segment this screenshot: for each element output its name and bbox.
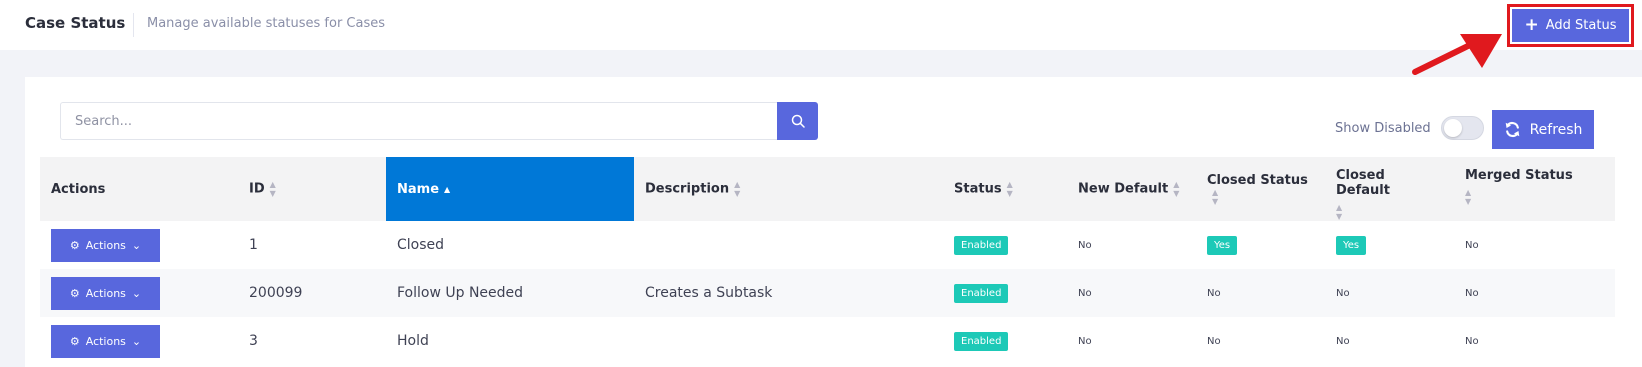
page-subtitle: Manage available statuses for Cases (147, 16, 386, 31)
closed-status-badge: Yes (1207, 235, 1238, 255)
cell-description (634, 221, 943, 269)
refresh-button[interactable]: Refresh (1492, 110, 1594, 149)
gear-icon: ⚙ (69, 238, 80, 252)
add-status-button[interactable]: + Add Status (1512, 9, 1629, 42)
status-badge: Enabled (954, 235, 1009, 255)
page-title: Case Status (25, 14, 126, 32)
sort-icon: ▲ ▼ (1173, 180, 1180, 198)
sort-ascending-icon: ▲ (444, 184, 451, 194)
chevron-down-icon: ⌄ (131, 334, 142, 348)
table-row: ⚙ Actions ⌄ 3 Hold Enabled No No No No (40, 317, 1615, 365)
column-header-merged-status[interactable]: Merged Status ▲ ▼ (1454, 157, 1615, 221)
search-icon (791, 114, 805, 128)
plus-icon: + (1524, 15, 1539, 35)
column-header-actions: Actions (40, 157, 238, 221)
chevron-down-icon: ⌄ (131, 286, 142, 300)
title-divider (133, 13, 134, 37)
refresh-icon (1505, 121, 1519, 138)
cell-closed-default: No (1325, 269, 1454, 317)
show-disabled-label: Show Disabled (1335, 121, 1431, 136)
status-badge: Enabled (954, 331, 1009, 351)
closed-default-badge: Yes (1336, 235, 1367, 255)
column-header-closed-default[interactable]: Closed Default ▲ ▼ (1325, 157, 1454, 221)
sort-icon: ▲ ▼ (1336, 203, 1343, 221)
toggle-knob (1444, 119, 1462, 137)
cell-description (634, 317, 943, 365)
column-header-closed-status[interactable]: Closed Status▲ ▼ (1196, 157, 1325, 221)
column-header-id[interactable]: ID ▲ ▼ (238, 157, 386, 221)
cell-new-default: No (1078, 239, 1092, 251)
cell-new-default: No (1067, 269, 1196, 317)
cell-merged-status: No (1465, 239, 1479, 251)
cell-id: 3 (249, 333, 258, 349)
cell-name: Follow Up Needed (386, 269, 634, 317)
sort-icon: ▲ ▼ (734, 180, 741, 198)
cell-closed-status: No (1207, 335, 1221, 347)
cell-merged-status: No (1454, 269, 1615, 317)
cell-closed-status: No (1196, 269, 1325, 317)
show-disabled-toggle[interactable] (1441, 116, 1484, 140)
cell-name: Closed (397, 237, 445, 253)
annotation-arrow-icon (1412, 34, 1502, 75)
cell-description: Creates a Subtask (634, 269, 943, 317)
table-header-row: Actions ID ▲ ▼ Name ▲ Description ▲ ▼ Status ▲… (40, 157, 1615, 221)
sort-icon: ▲ ▼ (1212, 187, 1219, 206)
sort-icon: ▲ ▼ (269, 180, 276, 198)
row-actions-button[interactable]: ⚙ Actions ⌄ (51, 276, 160, 310)
gear-icon: ⚙ (69, 286, 80, 300)
search-button[interactable] (777, 102, 818, 140)
cell-id: 200099 (238, 269, 386, 317)
sort-icon: ▲ ▼ (1006, 180, 1013, 198)
table-row: ⚙ Actions ⌄ 1 Closed Enabled No Yes Yes No (40, 221, 1615, 269)
chevron-down-icon: ⌄ (131, 238, 142, 252)
refresh-label: Refresh (1529, 121, 1583, 138)
cell-closed-default: No (1336, 335, 1350, 347)
row-actions-button[interactable]: ⚙ Actions ⌄ (51, 228, 160, 262)
column-header-name[interactable]: Name ▲ (386, 157, 634, 221)
add-status-label: Add Status (1545, 18, 1617, 33)
cell-merged-status: No (1465, 335, 1479, 347)
cell-new-default: No (1078, 335, 1092, 347)
sort-icon: ▲ ▼ (1465, 188, 1472, 206)
case-status-table: Actions ID ▲ ▼ Name ▲ Description ▲ ▼ Status ▲… (40, 157, 1615, 365)
search-input[interactable] (60, 102, 777, 140)
column-header-description[interactable]: Description ▲ ▼ (634, 157, 943, 221)
column-header-status[interactable]: Status ▲ ▼ (943, 157, 1067, 221)
status-badge: Enabled (954, 283, 1009, 303)
cell-name: Hold (397, 333, 429, 349)
gear-icon: ⚙ (69, 334, 80, 348)
cell-id: 1 (249, 237, 258, 253)
table-row: ⚙ Actions ⌄ 200099 Follow Up Needed Create… (40, 269, 1615, 317)
column-header-new-default[interactable]: New Default ▲ ▼ (1067, 157, 1196, 221)
row-actions-button[interactable]: ⚙ Actions ⌄ (51, 324, 160, 358)
page-header: Case Status Manage available statuses fo… (0, 0, 1642, 50)
